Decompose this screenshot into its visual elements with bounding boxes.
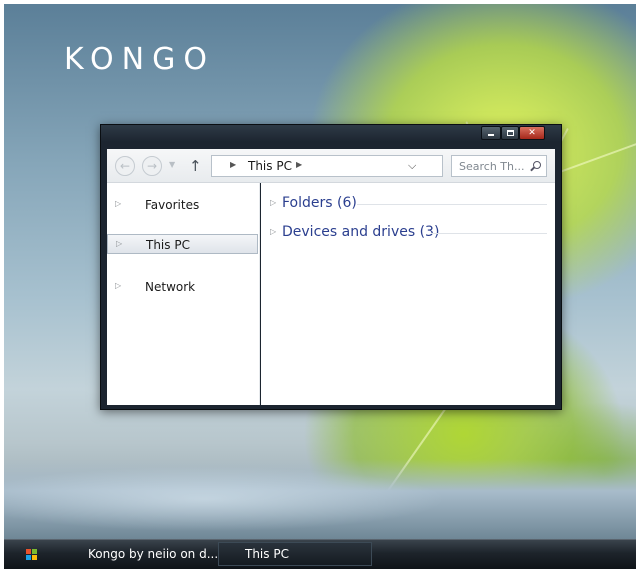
address-path[interactable]: This PC	[248, 159, 292, 173]
address-bar[interactable]: ▶ This PC ▶ ⌵ ↻	[211, 155, 540, 177]
navigation-toolbar: ← → ▼ ↑ ▶ This PC ▶ ⌵ ↻ Search Th...	[107, 149, 555, 183]
back-button[interactable]: ←	[115, 156, 135, 176]
ground-area	[4, 459, 636, 539]
nav-item-label: Network	[145, 280, 196, 294]
group-divider	[357, 204, 547, 205]
nav-item-label: This PC	[146, 238, 190, 252]
taskbar-button-label: This PC	[245, 547, 289, 561]
expand-chevron-icon[interactable]: ▷	[115, 281, 121, 290]
nav-item-this-pc[interactable]: ▷ This PC	[107, 234, 258, 254]
navigation-pane: ▷ Favorites ▷ This PC ▷ Network	[107, 183, 260, 405]
search-box[interactable]: Search Th...	[451, 155, 547, 177]
breadcrumb-chevron-icon[interactable]: ▶	[230, 160, 236, 169]
content-pane: ▷ Folders (6) ▷ Devices and drives (3)	[261, 183, 555, 405]
close-button[interactable]: ✕	[519, 126, 545, 140]
up-arrow-icon[interactable]: ↑	[189, 157, 202, 175]
expand-chevron-icon[interactable]: ▷	[116, 239, 122, 248]
expand-chevron-icon[interactable]: ▷	[270, 227, 276, 236]
expand-chevron-icon[interactable]: ▷	[115, 199, 121, 208]
recent-locations-icon[interactable]: ▼	[169, 160, 175, 169]
group-label[interactable]: Folders (6)	[282, 195, 357, 211]
forward-button[interactable]: →	[142, 156, 162, 176]
taskbar: Kongo by neiio on d... This PC	[4, 539, 636, 569]
taskbar-button-label: Kongo by neiio on d...	[88, 547, 219, 561]
forward-arrow-icon: →	[146, 159, 158, 173]
close-icon: ✕	[528, 127, 536, 138]
group-folders[interactable]: ▷ Folders (6)	[261, 193, 553, 215]
minimize-button[interactable]	[481, 126, 501, 140]
back-arrow-icon: ←	[119, 159, 131, 173]
nav-item-favorites[interactable]: ▷ Favorites	[107, 195, 259, 215]
expand-chevron-icon[interactable]: ▷	[270, 198, 276, 207]
desktop-logo: KONGO	[64, 42, 215, 77]
group-devices-and-drives[interactable]: ▷ Devices and drives (3)	[261, 222, 553, 244]
breadcrumb-chevron-icon[interactable]: ▶	[296, 160, 302, 169]
taskbar-button-this-pc[interactable]: This PC	[218, 542, 372, 566]
maximize-icon	[506, 130, 514, 136]
nav-item-label: Favorites	[145, 198, 200, 212]
search-placeholder: Search Th...	[459, 160, 525, 173]
window-titlebar[interactable]: ✕	[101, 125, 561, 142]
windows-logo-icon[interactable]	[26, 549, 38, 561]
taskbar-button-kongo[interactable]: Kongo by neiio on d...	[80, 542, 218, 566]
group-divider	[431, 233, 547, 234]
search-icon[interactable]	[530, 161, 541, 172]
maximize-button[interactable]	[501, 126, 519, 140]
explorer-window[interactable]: ✕ ← → ▼ ↑ ▶ This PC ▶ ⌵ ↻ Search Th...	[100, 124, 562, 410]
nav-item-network[interactable]: ▷ Network	[107, 277, 259, 297]
minimize-icon	[488, 134, 494, 136]
group-label[interactable]: Devices and drives (3)	[282, 224, 439, 240]
address-dropdown-icon[interactable]: ⌵	[408, 159, 416, 173]
